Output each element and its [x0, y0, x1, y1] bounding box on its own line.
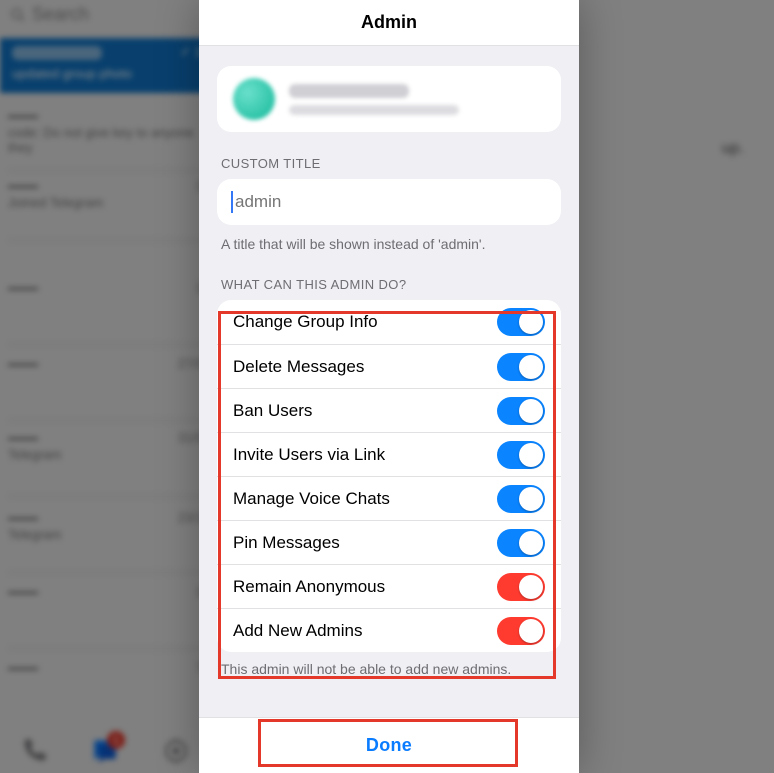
custom-title-hint: A title that will be shown instead of 'a…: [199, 225, 579, 253]
modal-footer: Done: [199, 717, 579, 773]
permission-label: Delete Messages: [233, 357, 364, 377]
permissions-card: Change Group Info Delete Messages Ban User…: [217, 300, 561, 652]
avatar: [233, 78, 275, 120]
permission-label: Ban Users: [233, 401, 312, 421]
permission-toggle[interactable]: [497, 397, 545, 425]
permission-row: Delete Messages: [217, 344, 561, 388]
custom-title-input-wrapper[interactable]: [217, 179, 561, 225]
permission-label: Pin Messages: [233, 533, 340, 553]
permission-toggle[interactable]: [497, 485, 545, 513]
permission-row: Invite Users via Link: [217, 432, 561, 476]
done-button[interactable]: Done: [366, 735, 412, 756]
user-info: [289, 84, 545, 115]
admin-user-card[interactable]: [217, 66, 561, 132]
permission-label: Manage Voice Chats: [233, 489, 390, 509]
permission-toggle[interactable]: [497, 441, 545, 469]
permission-label: Remain Anonymous: [233, 577, 385, 597]
permission-toggle[interactable]: [497, 529, 545, 557]
custom-title-input[interactable]: [235, 192, 547, 212]
permission-label: Change Group Info: [233, 312, 378, 332]
permission-toggle[interactable]: [497, 353, 545, 381]
permissions-footer-hint: This admin will not be able to add new a…: [199, 652, 579, 678]
admin-modal: Admin CUSTOM TITLE A title that will be …: [199, 0, 579, 773]
text-cursor: [231, 191, 233, 213]
permission-row: Pin Messages: [217, 520, 561, 564]
permission-row: Remain Anonymous: [217, 564, 561, 608]
permission-row: Change Group Info: [217, 300, 561, 344]
permission-row: Ban Users: [217, 388, 561, 432]
permission-label: Invite Users via Link: [233, 445, 385, 465]
permission-toggle[interactable]: [497, 617, 545, 645]
section-label-permissions: WHAT CAN THIS ADMIN DO?: [199, 253, 579, 300]
modal-title: Admin: [199, 0, 579, 46]
permission-label: Add New Admins: [233, 621, 362, 641]
permission-toggle[interactable]: [497, 573, 545, 601]
permission-toggle[interactable]: [497, 308, 545, 336]
permission-row: Manage Voice Chats: [217, 476, 561, 520]
permission-row: Add New Admins: [217, 608, 561, 652]
section-label-custom-title: CUSTOM TITLE: [199, 132, 579, 179]
